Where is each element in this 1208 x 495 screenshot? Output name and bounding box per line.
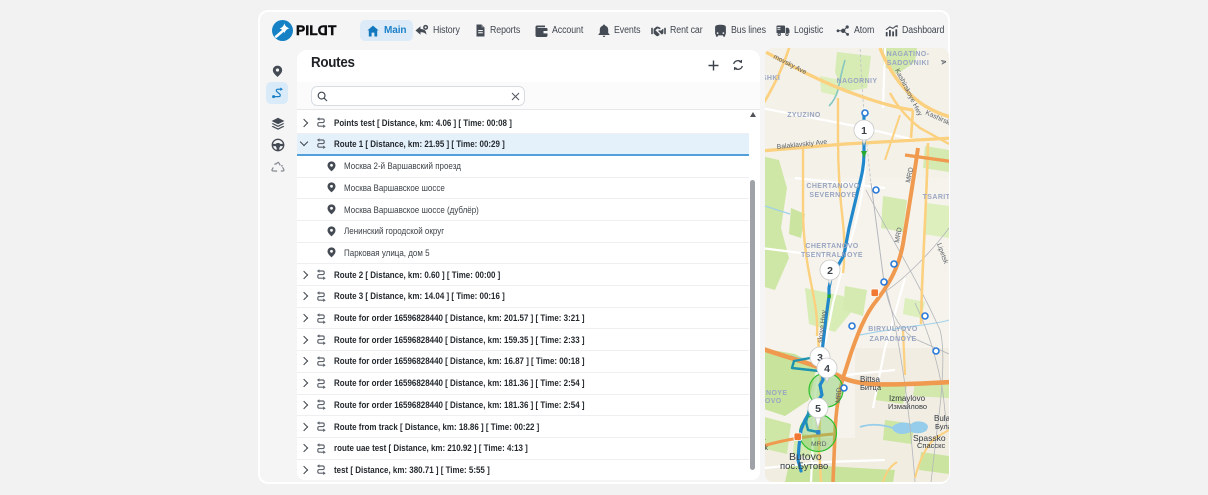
svg-text:TOVO: TOVO bbox=[765, 398, 782, 405]
svg-text:Измайлово: Измайлово bbox=[888, 402, 927, 411]
svg-text:NAGORNIY: NAGORNIY bbox=[837, 78, 878, 85]
svg-text:2: 2 bbox=[827, 265, 833, 277]
svg-text:5: 5 bbox=[815, 403, 821, 415]
svg-text:RNOYE: RNOYE bbox=[765, 390, 787, 397]
svg-text:Битца: Битца bbox=[860, 383, 882, 392]
svg-text:1: 1 bbox=[861, 125, 867, 137]
svg-text:BIRYULYOVO: BIRYULYOVO bbox=[868, 326, 918, 333]
svg-text:Спасскс: Спасскс bbox=[917, 441, 946, 450]
svg-text:4: 4 bbox=[824, 363, 830, 375]
svg-text:SADOVNIKI: SADOVNIKI bbox=[887, 60, 930, 67]
svg-text:MRD: MRD bbox=[811, 441, 827, 448]
svg-text:CHERTANOVO: CHERTANOVO bbox=[805, 243, 858, 250]
svg-text:пос.Бутово: пос.Бутово bbox=[780, 461, 828, 472]
svg-text:TSARITS: TSARITS bbox=[923, 194, 949, 201]
svg-text:MRD: MRD bbox=[835, 387, 843, 403]
svg-text:ZYUZINO: ZYUZINO bbox=[787, 112, 821, 119]
svg-text:TSENTRALNOYE: TSENTRALNOYE bbox=[801, 252, 863, 259]
svg-text:SEVERNOYE: SEVERNOYE bbox=[809, 192, 856, 199]
svg-text:rk: rk bbox=[765, 445, 768, 452]
svg-text:Була: Була bbox=[935, 422, 949, 431]
svg-text:NAGATINO-: NAGATINO- bbox=[887, 51, 930, 58]
svg-text:SHKI: SHKI bbox=[765, 75, 780, 82]
svg-text:CHERTANOVO: CHERTANOVO bbox=[806, 183, 859, 190]
svg-text:ZAPADNOYE: ZAPADNOYE bbox=[869, 336, 916, 343]
